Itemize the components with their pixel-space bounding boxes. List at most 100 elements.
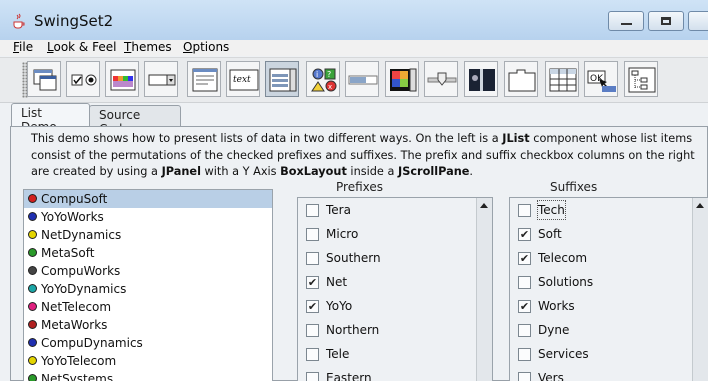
list-item-label: NetSystems	[41, 372, 114, 381]
svg-text:?: ?	[327, 70, 331, 79]
html-text-button[interactable]: text	[226, 61, 260, 97]
minimize-button[interactable]	[608, 11, 644, 31]
list-item[interactable]: MetaWorks	[24, 316, 272, 334]
maximize-button[interactable]	[648, 11, 684, 31]
checkbox-square[interactable]	[518, 204, 531, 217]
close-button[interactable]	[688, 11, 708, 31]
list-item-dot-icon	[28, 320, 37, 329]
checkbox-square[interactable]: ✔	[518, 252, 531, 265]
suffixes-checkbox-panel: Tech ✔ Soft ✔ Telecom Solutions ✔ Works Dyn…	[509, 197, 708, 381]
list-item[interactable]: NetSystems	[24, 370, 272, 381]
list-item[interactable]: CompuWorks	[24, 262, 272, 280]
tab-source-code[interactable]: Source Code	[89, 105, 181, 136]
suffixes-scrollbar[interactable]	[692, 198, 708, 381]
list-item-label: CompuWorks	[41, 264, 121, 278]
list-item-label: NetDynamics	[41, 228, 122, 242]
description-text-4: inside a	[346, 165, 398, 178]
menu-look-and-feel[interactable]: Look & Feel	[47, 40, 116, 54]
list-item[interactable]: NetDynamics	[24, 226, 272, 244]
title-bar[interactable]: SwingSet2	[0, 0, 708, 40]
list-item[interactable]: YoYoDynamics	[24, 280, 272, 298]
scroll-up-arrow-icon[interactable]	[696, 203, 704, 208]
list-item-dot-icon	[28, 356, 37, 365]
html-text-icon: text	[229, 69, 259, 91]
menu-bar: File Look & Feel Themes Options	[0, 40, 708, 56]
checkbox-square[interactable]	[306, 204, 319, 217]
prefix-label: Southern	[326, 251, 381, 265]
list-item[interactable]: CompuDynamics	[24, 334, 272, 352]
list-item-dot-icon	[28, 212, 37, 221]
option-pane-button[interactable]: i ? x	[306, 61, 340, 97]
menu-options[interactable]: Options	[183, 40, 229, 54]
prefix-label: Northern	[326, 323, 380, 337]
tooltip-demo-button[interactable]: OK	[584, 61, 618, 97]
list-item[interactable]: NetTelecom	[24, 298, 272, 316]
color-chooser-icon	[110, 69, 136, 91]
prefix-label: Tele	[326, 347, 350, 361]
demo-toolbar: text i ? x OK	[0, 57, 708, 103]
combobox-icon	[148, 74, 176, 86]
list-item-label: YoYoTelecom	[41, 354, 117, 368]
combobox-demo-button[interactable]	[144, 61, 178, 97]
company-list[interactable]: CompuSoft YoYoWorks NetDynamics MetaSoft…	[23, 189, 273, 381]
list-item[interactable]: YoYoTelecom	[24, 352, 272, 370]
checkbox-square[interactable]	[306, 324, 319, 337]
checkbox-square[interactable]: ✔	[306, 300, 319, 313]
suffix-label: Solutions	[538, 275, 594, 289]
prefix-label: Net	[326, 275, 348, 289]
split-pane-button[interactable]	[464, 61, 498, 97]
tab-list-demo[interactable]: List Demo	[11, 103, 90, 134]
color-chooser-button[interactable]	[105, 61, 139, 97]
list-demo-button[interactable]	[265, 61, 299, 97]
prefix-label: Tera	[326, 203, 351, 217]
list-item-dot-icon	[28, 338, 37, 347]
checkbox-square[interactable]	[518, 372, 531, 381]
checkbox-square[interactable]	[518, 348, 531, 361]
suffix-label: Vers	[538, 371, 564, 381]
scroll-pane-button[interactable]	[385, 61, 419, 97]
list-item-dot-icon	[28, 374, 37, 381]
buttons-demo-button[interactable]	[66, 61, 100, 97]
list-item-dot-icon	[28, 194, 37, 203]
progress-bar-button[interactable]	[345, 61, 379, 97]
list-item[interactable]: YoYoWorks	[24, 208, 272, 226]
tree-demo-button[interactable]	[624, 61, 658, 97]
scroll-up-arrow-icon[interactable]	[480, 203, 488, 208]
checkbox-square[interactable]: ✔	[306, 276, 319, 289]
prefix-label: Micro	[326, 227, 359, 241]
file-chooser-button[interactable]	[187, 61, 221, 97]
checkbox-square[interactable]	[306, 348, 319, 361]
menu-file[interactable]: File	[13, 40, 33, 54]
suffixes-header: Suffixes	[550, 180, 598, 194]
menu-themes[interactable]: Themes	[124, 40, 172, 54]
svg-text:x: x	[328, 83, 332, 91]
list-item-dot-icon	[28, 284, 37, 293]
list-item-dot-icon	[28, 230, 37, 239]
checkbox-square[interactable]	[306, 228, 319, 241]
internal-frame-button[interactable]	[27, 61, 61, 97]
demo-description: This demo shows how to present lists of …	[31, 131, 708, 181]
checkbox-square[interactable]	[518, 324, 531, 337]
slider-demo-button[interactable]	[424, 61, 458, 97]
prefixes-scrollbar[interactable]	[476, 198, 492, 381]
tabbed-pane-button[interactable]	[504, 61, 538, 97]
list-item-label: CompuDynamics	[41, 336, 143, 350]
table-demo-button[interactable]	[545, 61, 579, 97]
list-item-dot-icon	[28, 248, 37, 257]
checkbox-square[interactable]	[518, 276, 531, 289]
prefixes-header: Prefixes	[336, 180, 384, 194]
list-item[interactable]: CompuSoft	[24, 190, 272, 208]
window-title: SwingSet2	[34, 12, 114, 30]
suffix-label: Works	[538, 299, 575, 313]
tabbed-pane-icon	[508, 69, 536, 92]
checkbox-square[interactable]: ✔	[518, 228, 531, 241]
checkbox-square[interactable]	[306, 252, 319, 265]
list-item-label: YoYoDynamics	[41, 282, 127, 296]
description-jpanel: JPanel	[161, 165, 201, 178]
list-item[interactable]: MetaSoft	[24, 244, 272, 262]
progress-bar-icon	[348, 75, 378, 85]
checkbox-square[interactable]: ✔	[518, 300, 531, 313]
checkbox-square[interactable]	[306, 372, 319, 381]
svg-text:text: text	[233, 75, 251, 85]
swingset2-window: SwingSet2 File Look & Feel Themes Option…	[0, 0, 708, 381]
